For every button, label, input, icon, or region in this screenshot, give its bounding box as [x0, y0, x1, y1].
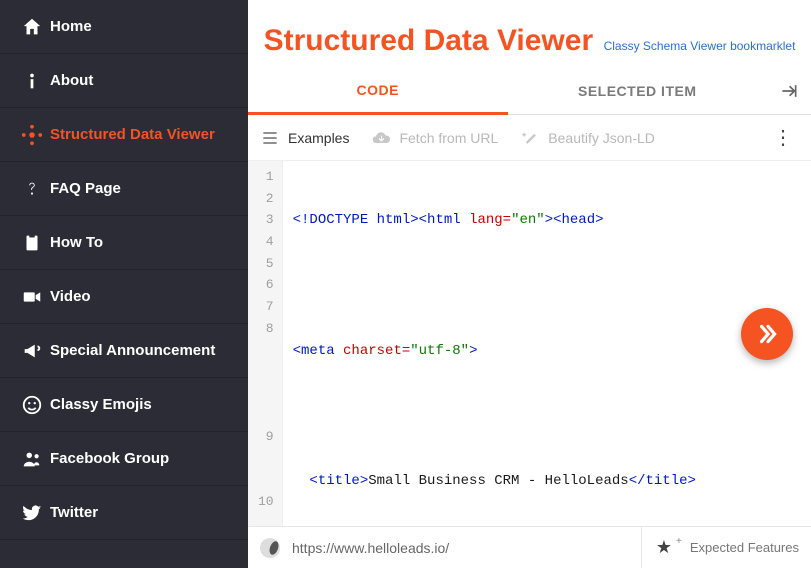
wand-icon — [520, 128, 540, 148]
sidebar-item-faq[interactable]: FAQ Page — [0, 162, 248, 216]
sidebar-item-label: About — [50, 72, 93, 89]
target-icon — [14, 124, 50, 146]
sidebar-item-label: Classy Emojis — [50, 396, 152, 413]
list-icon — [260, 128, 280, 148]
sidebar-item-label: Structured Data Viewer — [50, 126, 215, 143]
sidebar-item-about[interactable]: About — [0, 54, 248, 108]
tabs: CODE SELECTED ITEM — [248, 68, 811, 115]
sidebar-item-twitter[interactable]: Twitter — [0, 486, 248, 540]
sidebar-item-facebook[interactable]: Facebook Group — [0, 432, 248, 486]
sidebar-item-label: Video — [50, 288, 91, 305]
group-icon — [14, 448, 50, 470]
download-cloud-icon — [371, 128, 391, 148]
globe-icon — [260, 538, 280, 558]
home-icon — [14, 16, 50, 38]
expected-features-button[interactable]: ★+ Expected Features — [641, 527, 799, 568]
sidebar-item-structured-data-viewer[interactable]: Structured Data Viewer — [0, 108, 248, 162]
sidebar-item-label: FAQ Page — [50, 180, 121, 197]
header: Structured Data Viewer Classy Schema Vie… — [248, 0, 811, 68]
emoji-icon — [14, 394, 50, 416]
more-menu[interactable]: ⋮ — [767, 125, 799, 150]
code-editor[interactable]: 12345678910 <!DOCTYPE html><html lang="e… — [248, 161, 811, 568]
star-icon: ★ — [656, 537, 672, 558]
sidebar-item-label: How To — [50, 234, 103, 251]
footer-url: https://www.helloleads.io/ — [292, 540, 629, 556]
sidebar-item-emojis[interactable]: Classy Emojis — [0, 378, 248, 432]
footer-bar: https://www.helloleads.io/ ★+ Expected F… — [248, 526, 811, 568]
page-title: Structured Data Viewer — [264, 24, 594, 57]
tab-selected-item[interactable]: SELECTED ITEM — [508, 69, 768, 113]
clipboard-icon — [14, 232, 50, 254]
beautify-button[interactable]: Beautify Json-LD — [520, 128, 655, 148]
next-fab[interactable] — [741, 308, 793, 360]
fetch-url-button[interactable]: Fetch from URL — [371, 128, 498, 148]
sidebar-item-howto[interactable]: How To — [0, 216, 248, 270]
question-icon — [14, 178, 50, 200]
examples-label: Examples — [288, 130, 349, 146]
code-content[interactable]: <!DOCTYPE html><html lang="en"><head> <m… — [283, 161, 811, 568]
beautify-label: Beautify Json-LD — [548, 130, 655, 146]
sidebar-item-label: Home — [50, 18, 92, 35]
fetch-label: Fetch from URL — [399, 130, 498, 146]
sidebar-item-home[interactable]: Home — [0, 0, 248, 54]
sidebar: Home About Structured Data Viewer FAQ Pa… — [0, 0, 248, 568]
bookmarklet-link[interactable]: Classy Schema Viewer bookmarklet — [604, 39, 796, 53]
sidebar-item-label: Facebook Group — [50, 450, 169, 467]
twitter-icon — [14, 502, 50, 524]
sidebar-item-label: Twitter — [50, 504, 98, 521]
sidebar-item-label: Special Announcement — [50, 342, 215, 359]
line-gutter: 12345678910 — [248, 161, 283, 568]
toolbar: Examples Fetch from URL Beautify Json-LD… — [248, 115, 811, 161]
tab-code[interactable]: CODE — [248, 68, 508, 115]
expected-label: Expected Features — [690, 540, 799, 555]
examples-button[interactable]: Examples — [260, 128, 349, 148]
info-icon — [14, 70, 50, 92]
sidebar-item-video[interactable]: Video — [0, 270, 248, 324]
tab-next-arrow[interactable] — [767, 81, 811, 101]
megaphone-icon — [14, 340, 50, 362]
sidebar-item-announcement[interactable]: Special Announcement — [0, 324, 248, 378]
video-icon — [14, 286, 50, 308]
main-panel: Structured Data Viewer Classy Schema Vie… — [248, 0, 811, 568]
